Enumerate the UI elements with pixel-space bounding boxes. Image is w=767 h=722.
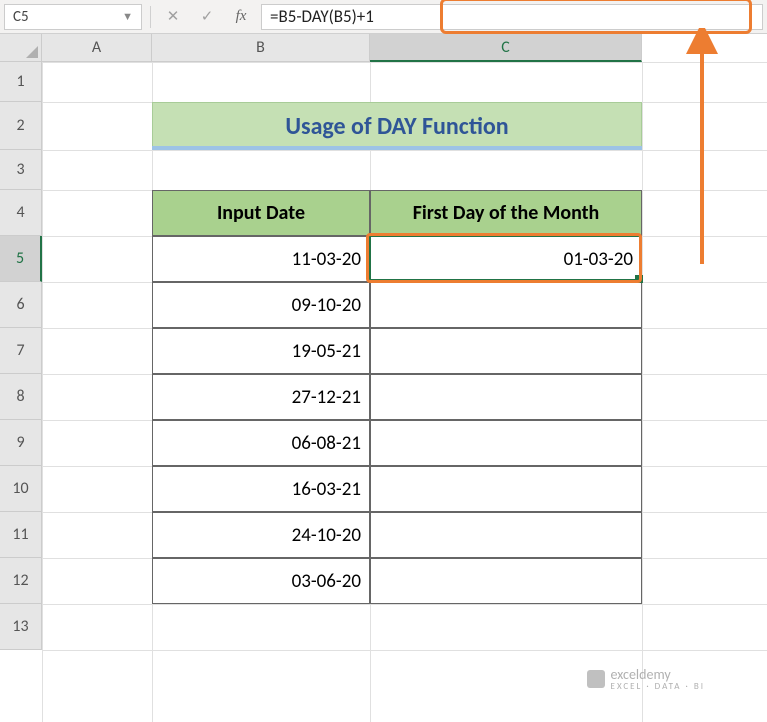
cell-C10[interactable] <box>370 466 642 512</box>
spreadsheet: ABC 12345678910111213 Usage of DAY Funct… <box>0 34 767 722</box>
name-box-dropdown-icon[interactable]: ▼ <box>122 10 133 23</box>
fx-icon[interactable]: fx <box>227 4 255 30</box>
cell-B12[interactable]: 03-06-20 <box>152 558 370 604</box>
formula-input[interactable]: =B5-DAY(B5)+1 <box>261 4 763 30</box>
cancel-icon[interactable]: ✕ <box>159 4 187 30</box>
header-first-day: First Day of the Month <box>370 190 642 236</box>
row-header-11[interactable]: 11 <box>0 512 42 558</box>
cell-C11[interactable] <box>370 512 642 558</box>
watermark-sub: EXCEL · DATA · BI <box>611 681 705 692</box>
col-header-B[interactable]: B <box>152 34 370 62</box>
grid[interactable]: Usage of DAY Function Input Date First D… <box>42 62 767 722</box>
cell-B7[interactable]: 19-05-21 <box>152 328 370 374</box>
title-underline <box>152 146 642 150</box>
name-box[interactable]: C5 ▼ <box>4 4 142 30</box>
row-headers: 12345678910111213 <box>0 62 42 650</box>
header-first-day-label: First Day of the Month <box>413 201 600 225</box>
row-header-6[interactable]: 6 <box>0 282 42 328</box>
select-all-corner[interactable] <box>0 34 42 62</box>
cell-B5[interactable]: 11-03-20 <box>152 236 370 282</box>
cell-B6[interactable]: 09-10-20 <box>152 282 370 328</box>
col-header-C[interactable]: C <box>370 34 642 62</box>
title-cell: Usage of DAY Function <box>152 102 642 150</box>
row-header-5[interactable]: 5 <box>0 236 42 282</box>
row-header-1[interactable]: 1 <box>0 62 42 102</box>
watermark-icon <box>587 670 605 688</box>
enter-icon[interactable]: ✓ <box>193 4 221 30</box>
column-headers: ABC <box>42 34 642 62</box>
formula-text: =B5-DAY(B5)+1 <box>270 6 374 27</box>
row-header-3[interactable]: 3 <box>0 150 42 190</box>
row-header-13[interactable]: 13 <box>0 604 42 650</box>
cell-B9[interactable]: 06-08-21 <box>152 420 370 466</box>
cell-C8[interactable] <box>370 374 642 420</box>
cell-B10[interactable]: 16-03-21 <box>152 466 370 512</box>
cell-B8[interactable]: 27-12-21 <box>152 374 370 420</box>
header-input-date: Input Date <box>152 190 370 236</box>
row-header-2[interactable]: 2 <box>0 102 42 150</box>
cell-C5[interactable]: 01-03-20 <box>370 236 642 282</box>
cell-C9[interactable] <box>370 420 642 466</box>
row-header-8[interactable]: 8 <box>0 374 42 420</box>
watermark: exceldemy EXCEL · DATA · BI <box>587 666 705 692</box>
cell-C6[interactable] <box>370 282 642 328</box>
row-header-12[interactable]: 12 <box>0 558 42 604</box>
col-header-A[interactable]: A <box>42 34 152 62</box>
cell-C7[interactable] <box>370 328 642 374</box>
row-header-10[interactable]: 10 <box>0 466 42 512</box>
formula-bar: C5 ▼ ✕ ✓ fx =B5-DAY(B5)+1 <box>0 0 767 34</box>
row-header-7[interactable]: 7 <box>0 328 42 374</box>
row-header-9[interactable]: 9 <box>0 420 42 466</box>
row-header-4[interactable]: 4 <box>0 190 42 236</box>
title-text: Usage of DAY Function <box>285 112 508 141</box>
name-box-value: C5 <box>13 8 29 26</box>
cell-C12[interactable] <box>370 558 642 604</box>
cell-B11[interactable]: 24-10-20 <box>152 512 370 558</box>
header-input-date-label: Input Date <box>217 201 305 225</box>
separator <box>150 6 151 28</box>
